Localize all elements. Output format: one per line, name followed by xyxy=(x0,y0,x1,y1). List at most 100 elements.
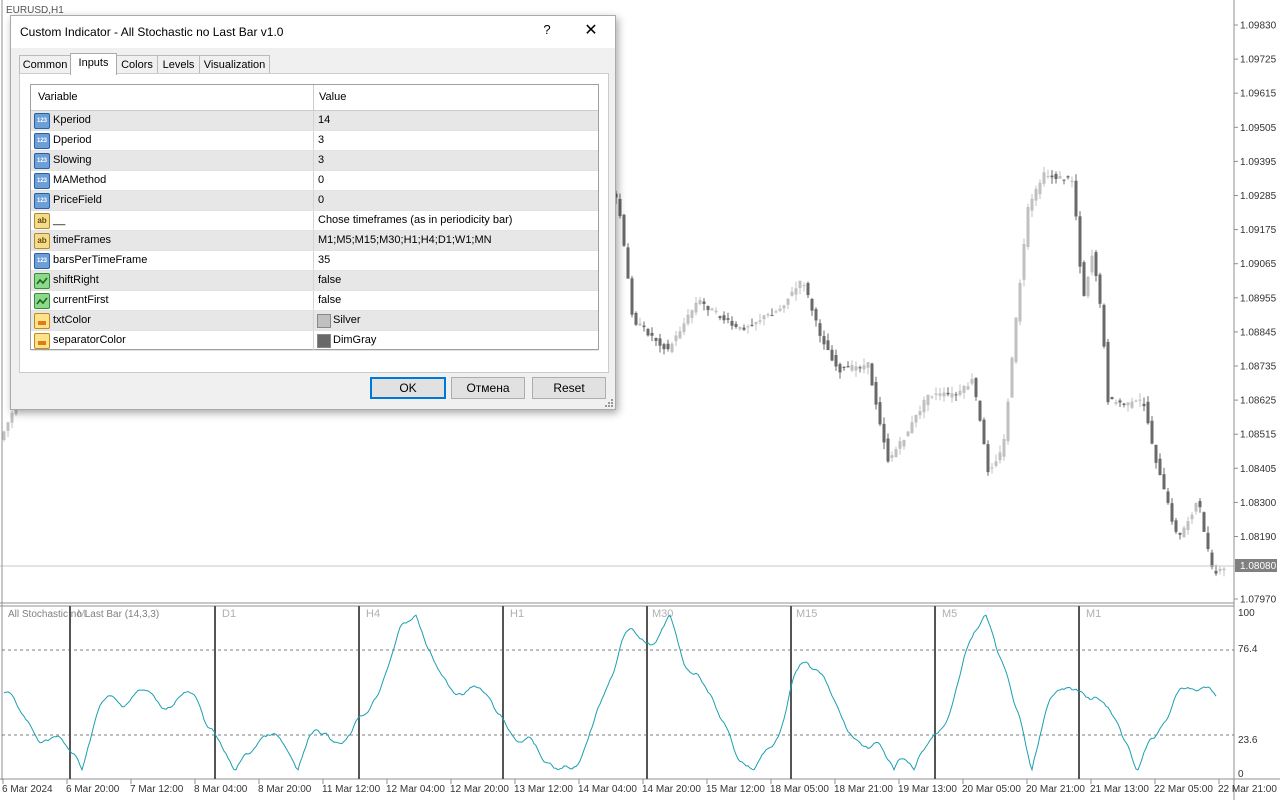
input-row-txtcolor[interactable]: txtColor Silver xyxy=(31,311,598,331)
candle-body xyxy=(850,364,854,371)
input-row-pricefield[interactable]: 123 PriceField 0 xyxy=(31,191,598,211)
candle-body xyxy=(1222,568,1226,571)
candle-body xyxy=(630,278,634,315)
value-column-header[interactable]: Value xyxy=(319,91,346,103)
candle-body xyxy=(978,400,982,421)
input-row-timeframes[interactable]: ab timeFrames M1;M5;M15;M30;H1;H4;D1;W1;MN xyxy=(31,231,598,251)
timeframe-label: M15 xyxy=(796,608,817,620)
reset-button[interactable]: Reset xyxy=(532,377,606,399)
candle-body xyxy=(902,440,906,447)
candle-body xyxy=(1026,207,1030,247)
price-tick-label: 1.09175 xyxy=(1240,225,1277,236)
candle-body xyxy=(966,386,970,390)
tab-common[interactable]: Common xyxy=(19,55,71,74)
input-value[interactable]: 3 xyxy=(318,134,324,146)
input-row-mamethod[interactable]: 123 MAMethod 0 xyxy=(31,171,598,191)
ok-button[interactable]: OK xyxy=(370,377,446,399)
candle-body xyxy=(894,449,898,458)
candle-body xyxy=(2,431,6,440)
tab-visualization[interactable]: Visualization xyxy=(199,55,270,74)
candle-body xyxy=(1118,400,1122,403)
input-row-slowing[interactable]: 123 Slowing 3 xyxy=(31,151,598,171)
current-price-label: 1.08080 xyxy=(1240,561,1277,572)
candle-body xyxy=(710,308,714,311)
close-icon[interactable]: ✕ xyxy=(581,20,601,42)
candle-body xyxy=(1166,491,1170,503)
time-tick-label: 13 Mar 12:00 xyxy=(514,784,573,795)
input-value[interactable]: 0 xyxy=(318,174,324,186)
help-icon[interactable]: ? xyxy=(539,22,555,40)
input-value[interactable]: false xyxy=(318,274,341,286)
candle-body xyxy=(1142,403,1146,407)
candle-body xyxy=(1170,503,1174,522)
price-tick-label: 1.08955 xyxy=(1240,293,1277,304)
candle-body xyxy=(922,399,926,413)
resize-grip-icon[interactable] xyxy=(605,399,613,407)
color-swatch xyxy=(317,334,331,348)
input-row-shiftright[interactable]: shiftRight false xyxy=(31,271,598,291)
candle-body xyxy=(1034,188,1038,201)
candle-body xyxy=(1198,501,1202,508)
candle-body xyxy=(1006,401,1010,442)
candle-body xyxy=(1114,402,1118,404)
input-value[interactable]: Silver xyxy=(333,314,361,326)
input-value[interactable]: 3 xyxy=(318,154,324,166)
candle-body xyxy=(950,393,954,398)
input-value[interactable]: 0 xyxy=(318,194,324,206)
candle-body xyxy=(1194,503,1198,512)
candle-body xyxy=(854,366,858,371)
candle-body xyxy=(1106,341,1110,403)
candle-body xyxy=(1082,262,1086,296)
input-row-separatorcolor[interactable]: separatorColor DimGray xyxy=(31,331,598,351)
time-tick-label: 22 Mar 21:00 xyxy=(1218,784,1277,795)
candle-body xyxy=(890,455,894,458)
candle-body xyxy=(1074,180,1078,217)
input-value[interactable]: false xyxy=(318,294,341,306)
candle-body xyxy=(746,326,750,328)
input-row-dperiod[interactable]: 123 Dperiod 3 xyxy=(31,131,598,151)
timeframe-label: H1 xyxy=(510,608,524,620)
input-value[interactable]: 35 xyxy=(318,254,330,266)
candle-body xyxy=(954,394,958,396)
custom-indicator-dialog: Custom Indicator - All Stochastic no Las… xyxy=(10,15,616,410)
candle-body xyxy=(962,386,966,393)
tab-colors[interactable]: Colors xyxy=(116,55,158,74)
input-row-currentfirst[interactable]: currentFirst false xyxy=(31,291,598,311)
candle-body xyxy=(774,311,778,313)
dialog-title: Custom Indicator - All Stochastic no Las… xyxy=(20,25,284,39)
input-value[interactable]: Chose timeframes (as in periodicity bar) xyxy=(318,214,512,226)
candle-body xyxy=(702,301,706,304)
candle-body xyxy=(626,247,630,279)
candle-body xyxy=(1094,252,1098,276)
input-value[interactable]: DimGray xyxy=(333,334,376,346)
input-row-barspertimeframe[interactable]: 123 barsPerTimeFrame 35 xyxy=(31,251,598,271)
inputs-panel: Variable Value 123 Kperiod 14 123 Dperiod 3 12… xyxy=(19,73,609,373)
price-tick-label: 1.08190 xyxy=(1240,532,1277,543)
input-name: currentFirst xyxy=(53,294,109,306)
price-tick-label: 1.08625 xyxy=(1240,396,1277,407)
input-row-kperiod[interactable]: 123 Kperiod 14 xyxy=(31,111,598,131)
variable-column-header[interactable]: Variable xyxy=(38,91,78,103)
candle-body xyxy=(834,355,838,367)
candle-body xyxy=(638,323,642,326)
candle-body xyxy=(642,325,646,328)
tab-levels[interactable]: Levels xyxy=(157,55,200,74)
candle-body xyxy=(682,323,686,333)
price-tick-label: 1.08515 xyxy=(1240,430,1277,441)
input-value[interactable]: M1;M5;M15;M30;H1;H4;D1;W1;MN xyxy=(318,234,492,246)
candle-body xyxy=(726,318,730,320)
input-value[interactable]: 14 xyxy=(318,114,330,126)
candle-body xyxy=(1130,401,1134,408)
input-row-underscoreunderscore[interactable]: ab __ Chose timeframes (as in periodicity … xyxy=(31,211,598,231)
cancel-button[interactable]: Отмена xyxy=(451,377,525,399)
time-tick-label: 14 Mar 20:00 xyxy=(642,784,701,795)
candle-body xyxy=(1062,179,1066,181)
candle-body xyxy=(706,305,710,311)
candle-body xyxy=(1078,216,1082,267)
candle-body xyxy=(666,343,670,350)
candle-body xyxy=(802,285,806,287)
candle-body xyxy=(1102,304,1106,347)
candle-body xyxy=(1050,175,1054,178)
time-tick-label: 20 Mar 21:00 xyxy=(1026,784,1085,795)
tab-inputs[interactable]: Inputs xyxy=(70,53,117,75)
